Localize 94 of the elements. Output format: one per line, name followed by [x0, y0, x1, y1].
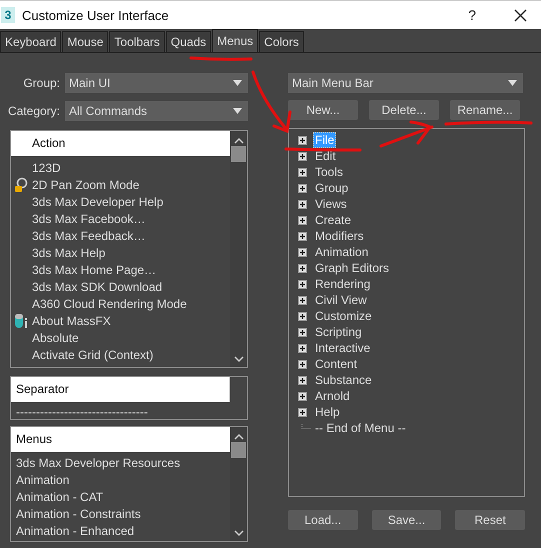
- expand-icon[interactable]: [298, 296, 307, 304]
- tree-item[interactable]: Content: [313, 356, 360, 372]
- group-dropdown[interactable]: Main UI: [65, 73, 248, 93]
- action-item[interactable]: 3ds Max Feedback…: [32, 228, 146, 242]
- tab[interactable]: Menus: [212, 29, 258, 52]
- expand-icon[interactable]: [298, 216, 307, 224]
- menu-action-button[interactable]: Rename...: [450, 100, 520, 120]
- action-item[interactable]: 3ds Max SDK Download: [32, 280, 162, 294]
- tree-item[interactable]: Arnold: [313, 388, 352, 404]
- menu-action-button[interactable]: Delete...: [369, 100, 439, 120]
- tree-item[interactable]: Edit: [313, 148, 338, 164]
- tree-item[interactable]: Views: [313, 196, 349, 212]
- window-title: Customize User Interface: [22, 8, 170, 22]
- tree-item[interactable]: Scripting: [313, 324, 364, 340]
- underline-annotation: [190, 56, 252, 61]
- menu-list-item[interactable]: Animation: [11, 472, 230, 489]
- action-item[interactable]: 3ds Max Facebook…: [32, 212, 146, 226]
- expand-icon[interactable]: [298, 152, 307, 160]
- tree-item[interactable]: Customize: [313, 308, 374, 324]
- expand-icon[interactable]: [298, 344, 307, 352]
- magnifier-icon: [14, 176, 29, 192]
- tree-item[interactable]: Help: [313, 404, 342, 420]
- group-label: Group:: [22, 76, 61, 90]
- action-item[interactable]: 2D Pan Zoom Mode: [32, 178, 140, 192]
- expand-icon[interactable]: [298, 360, 307, 368]
- category-label: Category:: [6, 104, 61, 118]
- dialog-button[interactable]: Reset: [455, 510, 526, 530]
- column-header[interactable]: Separator: [11, 377, 230, 402]
- expand-icon[interactable]: [298, 392, 307, 400]
- action-item[interactable]: 3ds Max Home Page…: [32, 262, 156, 276]
- menu-list-item[interactable]: 3ds Max Developer Resources: [11, 455, 230, 472]
- expand-icon[interactable]: [298, 200, 307, 208]
- help-button[interactable]: ?: [468, 7, 476, 23]
- menu-list-item[interactable]: Animation - CAT: [11, 489, 230, 506]
- tab[interactable]: Toolbars: [109, 31, 165, 52]
- menu-dropdown[interactable]: Main Menu Bar: [288, 73, 523, 93]
- tab[interactable]: Mouse: [62, 31, 108, 52]
- column-header[interactable]: Action: [11, 131, 230, 156]
- expand-icon[interactable]: [298, 168, 307, 176]
- scroll-thumb[interactable]: [231, 442, 246, 458]
- expand-icon[interactable]: [298, 264, 307, 272]
- arrow-annotation: [252, 70, 292, 134]
- app-logo: 3: [1, 7, 15, 23]
- tree-item[interactable]: -- End of Menu --: [313, 420, 408, 436]
- close-icon[interactable]: [514, 8, 527, 22]
- tree-item[interactable]: Group: [313, 180, 350, 196]
- action-item[interactable]: 3ds Max Developer Help: [32, 194, 164, 208]
- action-item[interactable]: About MassFX: [32, 314, 111, 328]
- dialog-button[interactable]: Save...: [372, 510, 442, 530]
- tree-item[interactable]: Civil View: [313, 292, 369, 308]
- scroll-thumb[interactable]: [231, 146, 246, 162]
- expand-icon[interactable]: [298, 136, 307, 144]
- action-item[interactable]: 123D: [32, 160, 61, 174]
- tree-item[interactable]: Rendering: [313, 276, 372, 292]
- action-item[interactable]: Absolute: [32, 330, 79, 344]
- menu-action-button[interactable]: New...: [288, 100, 358, 120]
- scroll-down-icon[interactable]: [234, 530, 244, 537]
- action-item[interactable]: A360 Cloud Rendering Mode: [32, 296, 187, 310]
- dialog-button[interactable]: Load...: [288, 510, 358, 530]
- expand-icon[interactable]: [298, 376, 307, 384]
- expand-icon[interactable]: [298, 280, 307, 288]
- tree-item[interactable]: Animation: [313, 244, 370, 260]
- category-dropdown[interactable]: All Commands: [65, 101, 248, 121]
- tree-item[interactable]: Create: [313, 212, 354, 228]
- tree-item[interactable]: Tools: [313, 164, 346, 180]
- tab[interactable]: Colors: [259, 31, 304, 52]
- tree-item[interactable]: Interactive: [313, 340, 372, 356]
- expand-icon[interactable]: [298, 248, 307, 256]
- tree-item[interactable]: Substance: [313, 372, 374, 388]
- expand-icon[interactable]: [298, 232, 307, 240]
- separator-item[interactable]: ---------------------------------: [11, 404, 247, 419]
- scrollbar[interactable]: [230, 131, 247, 367]
- dropdown-caret-icon: [233, 108, 242, 114]
- menu-list-item[interactable]: Animation - Enhanced: [11, 523, 230, 540]
- info-cylinder-icon: [14, 312, 29, 328]
- tree-item[interactable]: Graph Editors: [313, 260, 392, 276]
- expand-icon[interactable]: [298, 328, 307, 336]
- expand-icon[interactable]: [298, 312, 307, 320]
- tab[interactable]: Quads: [166, 31, 212, 52]
- action-item[interactable]: 3ds Max Help: [32, 246, 106, 260]
- dropdown-caret-icon: [508, 80, 517, 86]
- tree-item[interactable]: Modifiers: [313, 228, 366, 244]
- scroll-up-icon[interactable]: [234, 137, 244, 144]
- column-header[interactable]: Menus: [11, 427, 230, 452]
- tab[interactable]: Keyboard: [0, 31, 62, 52]
- arrow-annotation: [380, 120, 434, 148]
- expand-icon[interactable]: [298, 408, 307, 416]
- dropdown-caret-icon: [233, 80, 242, 86]
- scroll-up-icon[interactable]: [234, 433, 244, 440]
- scrollbar[interactable]: [230, 427, 247, 541]
- menu-list-item[interactable]: Animation - Constraints: [11, 506, 230, 523]
- action-item[interactable]: Activate Grid (Context): [32, 348, 154, 362]
- expand-icon[interactable]: [298, 184, 307, 192]
- scroll-down-icon[interactable]: [234, 356, 244, 363]
